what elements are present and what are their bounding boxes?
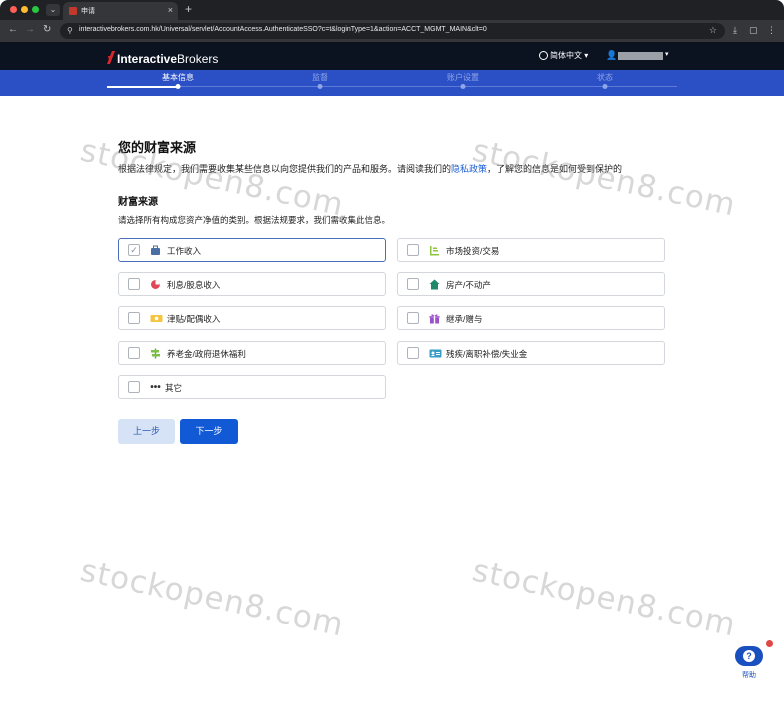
bar-chart-icon — [429, 245, 440, 256]
option-label: 养老金/政府退休福利 — [167, 349, 246, 359]
id-card-icon — [429, 348, 442, 359]
section-title: 财富来源 — [118, 197, 158, 208]
download-icon[interactable]: ⤓ — [733, 25, 737, 36]
help-label: 帮助 — [742, 672, 756, 679]
language-label: 简体中文 — [550, 51, 582, 60]
step-label-status: 状态 — [597, 73, 613, 82]
checkbox[interactable] — [407, 278, 419, 290]
option-label: 继承/赠与 — [446, 314, 483, 324]
checkbox[interactable] — [128, 312, 140, 324]
step-label-basic-info: 基本信息 — [162, 73, 194, 82]
checkbox[interactable] — [407, 347, 419, 359]
step-dot-account-setup — [460, 84, 466, 89]
stepper-track — [107, 86, 677, 87]
option-market-investment[interactable]: 市场投资/交易 — [397, 238, 665, 262]
chevron-down-icon: ▾ — [584, 51, 589, 60]
favicon-icon — [69, 7, 77, 15]
step-label-account-setup: 账户设置 — [447, 73, 479, 82]
briefcase-icon — [150, 245, 161, 256]
ib-logo-mark-icon — [107, 51, 115, 64]
logo-text: InteractiveBrokers — [117, 52, 219, 66]
option-label: 其它 — [165, 383, 183, 393]
browser-window: ⌄ 申请 × + ← → ↻ ⚲ interactivebrokers.com.… — [0, 0, 784, 707]
site-info-icon[interactable]: ⚲ — [67, 26, 73, 35]
extensions-icon[interactable]: ▢ — [749, 25, 758, 36]
site-header: InteractiveBrokers 简体中文 ▾ 👤 ▾ — [0, 42, 784, 70]
forward-arrow-icon[interactable]: → — [25, 24, 35, 35]
section-description: 请选择所有构成您资产净值的类别。根据法规要求，我们需收集此信息。 — [118, 215, 391, 225]
tab-search-chevron-icon[interactable]: ⌄ — [46, 4, 60, 16]
tab-close-icon[interactable]: × — [168, 5, 173, 15]
option-pension[interactable]: 养老金/政府退休福利 — [118, 341, 386, 365]
option-other[interactable]: ••• 其它 — [118, 375, 386, 399]
checkbox[interactable] — [128, 381, 140, 393]
option-label: 津贴/配偶收入 — [167, 314, 221, 324]
maximize-window-button[interactable] — [32, 6, 39, 13]
username-redacted — [618, 52, 663, 60]
globe-icon — [539, 51, 548, 60]
url-text[interactable]: interactivebrokers.com.hk/Universal/serv… — [79, 26, 487, 33]
next-step-button[interactable]: 下一步 — [180, 419, 238, 444]
option-label: 工作收入 — [167, 246, 202, 256]
checkbox[interactable] — [128, 278, 140, 290]
stepper-progress — [107, 86, 178, 88]
chat-bubble-icon: ? — [735, 646, 763, 666]
question-mark-icon: ? — [743, 650, 755, 662]
previous-step-button[interactable]: 上一步 — [118, 419, 175, 444]
house-icon — [429, 279, 440, 290]
browser-toolbar: ← → ↻ ⚲ interactivebrokers.com.hk/Univer… — [0, 20, 784, 42]
checkbox[interactable] — [407, 244, 419, 256]
new-tab-button[interactable]: + — [185, 2, 192, 16]
option-interest-dividend[interactable]: 利息/股息收入 — [118, 272, 386, 296]
option-inheritance-gift[interactable]: 继承/赠与 — [397, 306, 665, 330]
back-arrow-icon[interactable]: ← — [8, 24, 18, 35]
step-dot-status — [602, 84, 608, 89]
option-label: 利息/股息收入 — [167, 280, 221, 290]
bookmark-star-icon[interactable]: ☆ — [709, 25, 717, 36]
option-allowance-spousal[interactable]: 津贴/配偶收入 — [118, 306, 386, 330]
option-label: 房产/不动产 — [446, 280, 491, 290]
option-label: 残疾/离职补偿/失业金 — [446, 349, 528, 359]
pension-icon — [150, 348, 161, 359]
more-dots-icon: ••• — [150, 382, 161, 393]
close-window-button[interactable] — [10, 6, 17, 13]
step-label-supervision: 监督 — [312, 73, 328, 82]
help-widget[interactable]: ? 帮助 — [734, 640, 773, 686]
option-real-estate[interactable]: 房产/不动产 — [397, 272, 665, 296]
step-dot-basic-info — [175, 84, 181, 89]
step-dot-supervision — [317, 84, 323, 89]
language-selector[interactable]: 简体中文 ▾ — [539, 50, 588, 61]
browser-tab-strip: ⌄ 申请 × + — [0, 0, 784, 20]
tab-title: 申请 — [81, 8, 95, 15]
checkbox[interactable] — [128, 347, 140, 359]
allowance-icon — [150, 313, 163, 324]
option-label: 市场投资/交易 — [446, 246, 500, 256]
chevron-down-icon: ▾ — [665, 51, 669, 58]
notification-dot — [766, 640, 773, 647]
browser-tab-active[interactable]: 申请 × — [63, 2, 178, 20]
pie-chart-icon — [150, 279, 161, 290]
progress-stepper: 基本信息 监督 账户设置 状态 — [0, 70, 784, 96]
reload-icon[interactable]: ↻ — [43, 24, 51, 35]
gift-icon — [429, 313, 440, 324]
address-bar[interactable]: ⚲ interactivebrokers.com.hk/Universal/se… — [60, 23, 725, 39]
checkbox[interactable] — [407, 312, 419, 324]
checkbox-checked[interactable]: ✓ — [128, 244, 140, 256]
option-employment-income[interactable]: ✓ 工作收入 — [118, 238, 386, 262]
option-disability-severance[interactable]: 残疾/离职补偿/失业金 — [397, 341, 665, 365]
user-icon: 👤 — [606, 50, 618, 60]
minimize-window-button[interactable] — [21, 6, 28, 13]
browser-menu-icon[interactable]: ⋮ — [767, 25, 776, 36]
